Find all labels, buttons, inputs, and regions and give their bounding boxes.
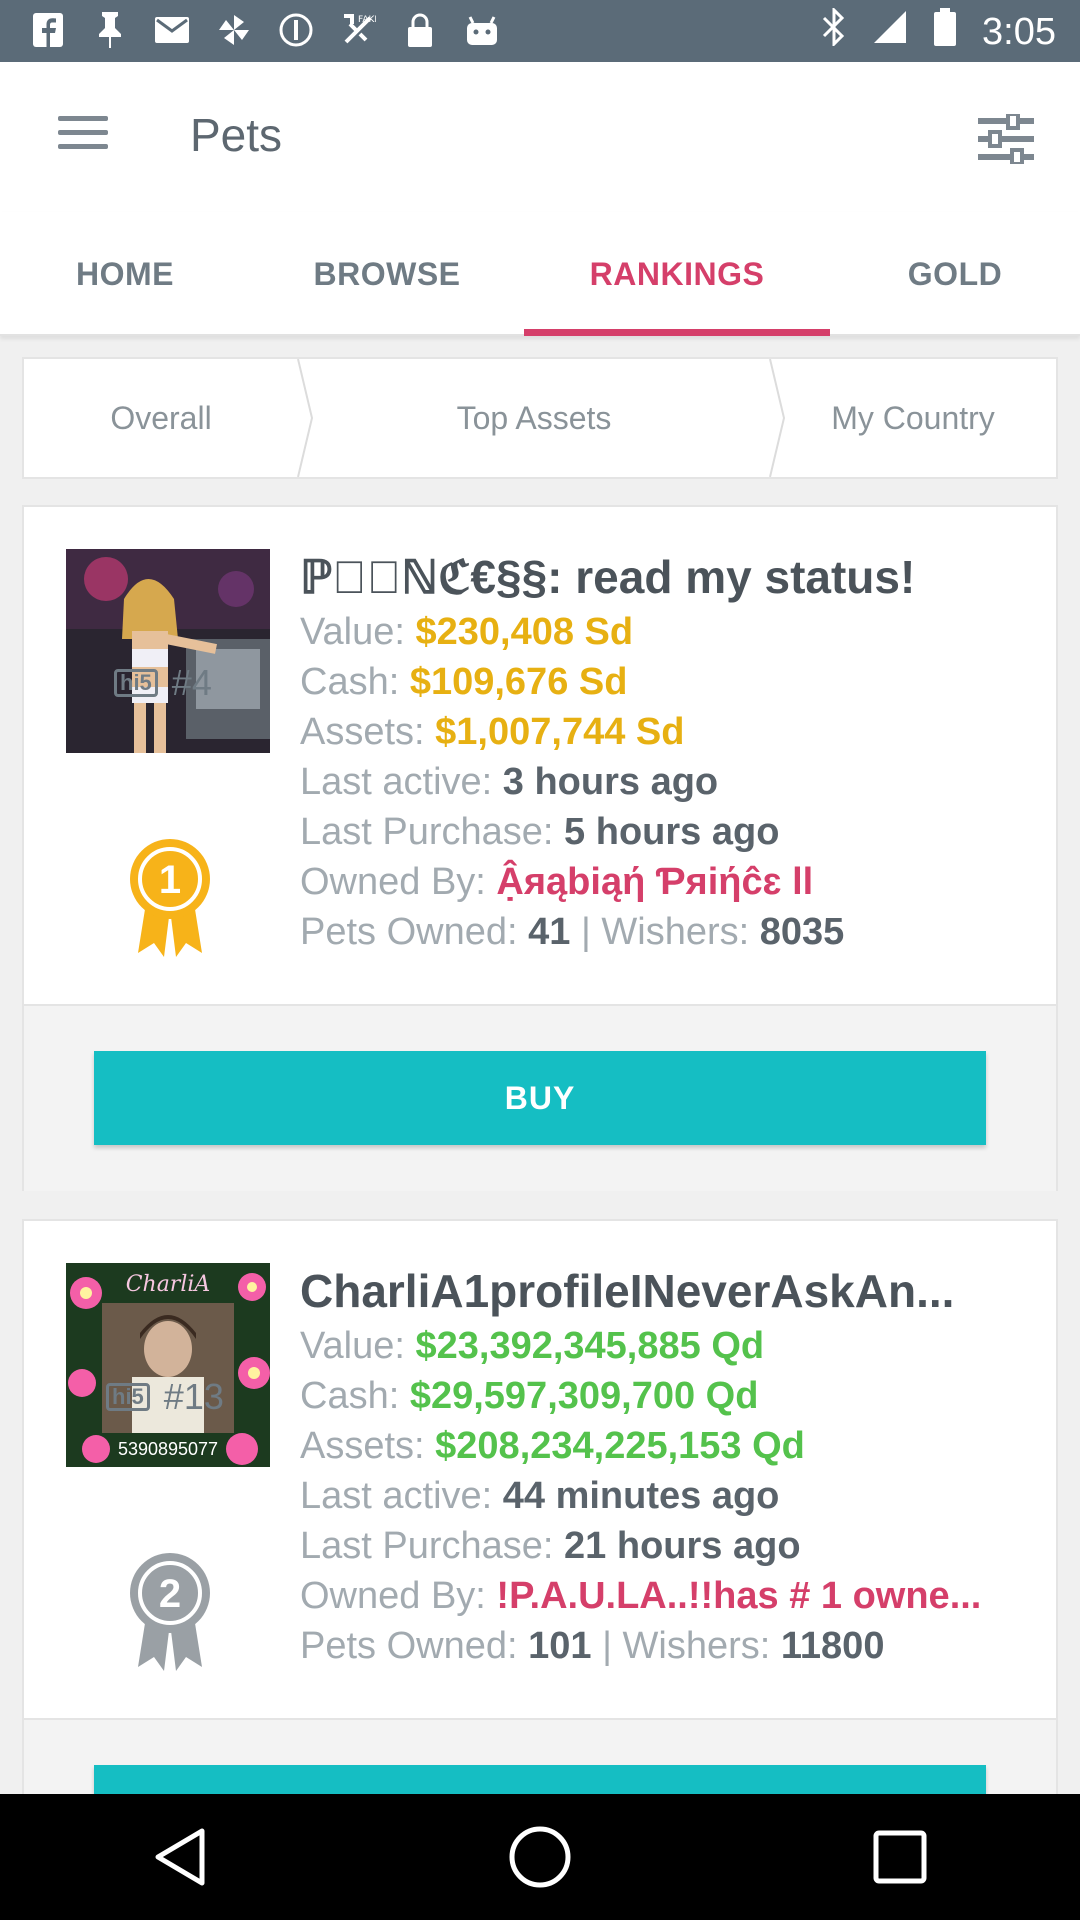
fake-gps-icon: FAKE [338,10,378,50]
assets-amount: $1,007,744 Sd [435,711,685,753]
photo-number: 5390895077 [118,1439,218,1459]
segment-overall[interactable]: Overall [24,359,314,477]
last-purchase-value: 21 hours ago [564,1525,801,1567]
last-purchase-value: 5 hours ago [564,811,780,853]
medal-icon: 1 [128,837,212,957]
ranking-segments: Overall Top Assets My Country [22,357,1058,479]
last-active-value: 44 minutes ago [502,1475,780,1517]
svg-text:FAKE: FAKE [358,15,376,25]
rank-number: #13 [163,1376,224,1417]
home-icon[interactable] [500,1817,580,1897]
value-row: Value: $23,392,345,885 Qd [300,1325,765,1367]
cash-row: Cash: $109,676 Sd [300,661,628,703]
filter-sliders-icon[interactable] [978,112,1034,166]
recents-icon[interactable] [860,1817,940,1897]
value-row: Value: $230,408 Sd [300,611,634,653]
android-icon [462,10,502,50]
buy-area: BUY [24,1004,1056,1191]
bluetooth-icon [822,6,846,56]
assets-amount: $208,234,225,153 Qd [435,1425,805,1467]
status-bar: FAKE 3:05 [0,0,1080,62]
system-nav-bar [0,1794,1080,1920]
buy-button[interactable]: BUY [94,1051,986,1145]
medal-icon: 2 [128,1551,212,1671]
last-active-row: Last active: 44 minutes ago [300,1475,780,1517]
owner-link[interactable]: !P.A.U.LA..!!has # 1 owne... [496,1575,981,1617]
assets-row: Assets: $208,234,225,153 Qd [300,1425,805,1467]
hi5-badge: hi5 [106,1383,150,1411]
pet-name[interactable]: ℙℜ⃞ℕℭ€§§: read my status! [300,547,1046,607]
pinwheel-icon [214,10,254,50]
mail-icon [152,10,192,50]
pet-info: CharliA1profileINeverAskAn... Value: $23… [300,1261,1046,1671]
last-active-row: Last active: 3 hours ago [300,761,719,803]
medal-number: 2 [159,1572,181,1616]
signal-icon [872,9,908,55]
wishers-count: 8035 [759,911,845,953]
main-tabs: HOME BROWSE RANKINGS GOLD [0,212,1080,336]
value-amount: $230,408 Sd [415,611,634,653]
back-icon[interactable] [140,1817,220,1897]
do-not-disturb-icon [276,10,316,50]
segment-label: My Country [831,399,995,436]
rank-indicator: hi5 #4 [114,662,244,704]
segment-top-assets[interactable]: Top Assets [298,359,786,477]
lock-icon [400,10,440,50]
pet-photo[interactable]: CharliA 5390895077 [66,1263,270,1467]
medal-number: 1 [159,858,181,902]
segment-label: Overall [110,399,212,436]
tab-browse[interactable]: BROWSE [262,212,512,336]
tab-gold[interactable]: GOLD [842,212,1068,336]
wishers-count: 11800 [780,1625,885,1667]
clock: 3:05 [982,10,1056,53]
photo-caption: CharliA [126,1272,211,1297]
battery-icon [934,8,957,56]
owned-by-row: Owned By: Ậяąbiąή Ƥяiήĉɛ ll [300,861,814,903]
page-title: Pets [190,109,283,161]
assets-row: Assets: $1,007,744 Sd [300,711,685,753]
pets-owned-row: Pets Owned: 41 | Wishers: 8035 [300,911,845,953]
pets-owned-count: 41 [528,911,571,953]
last-purchase-row: Last Purchase: 21 hours ago [300,1525,801,1567]
pet-photo[interactable] [66,549,270,753]
last-active-value: 3 hours ago [502,761,719,803]
pets-owned-row: Pets Owned: 101 | Wishers: 11800 [300,1625,885,1667]
hi5-badge: hi5 [114,669,158,697]
last-purchase-row: Last Purchase: 5 hours ago [300,811,780,853]
menu-icon[interactable] [58,116,108,156]
facebook-icon [28,10,68,50]
pin-icon [90,10,130,50]
owner-link[interactable]: Ậяąbiąή Ƥяiήĉɛ ll [496,861,813,903]
cash-row: Cash: $29,597,309,700 Qd [300,1375,759,1417]
value-amount: $23,392,345,885 Qd [415,1325,765,1367]
app-toolbar: Pets [0,62,1080,212]
segment-label: Top Assets [456,399,612,436]
owned-by-row: Owned By: !P.A.U.LA..!!has # 1 owne... [300,1575,982,1617]
rank-number: #4 [171,662,212,703]
segment-my-country[interactable]: My Country [770,359,1056,477]
pet-info: ℙℜ⃞ℕℭ€§§: read my status! Value: $230,40… [300,547,1046,957]
pet-name[interactable]: CharliA1profileINeverAskAn... [300,1261,1046,1321]
cash-amount: $109,676 Sd [409,661,628,703]
tab-rankings[interactable]: RANKINGS [524,212,830,336]
cash-amount: $29,597,309,700 Qd [409,1375,759,1417]
pet-card[interactable]: CharliA 5390895077 hi5 #13 2 CharliA1pro… [22,1219,1058,1859]
tab-home[interactable]: HOME [0,212,250,336]
pet-card[interactable]: hi5 #4 1 ℙℜ⃞ℕℭ€§§: read my status! Value… [22,505,1058,1191]
pets-owned-count: 101 [528,1625,592,1667]
rank-indicator: hi5 #13 [106,1376,236,1418]
